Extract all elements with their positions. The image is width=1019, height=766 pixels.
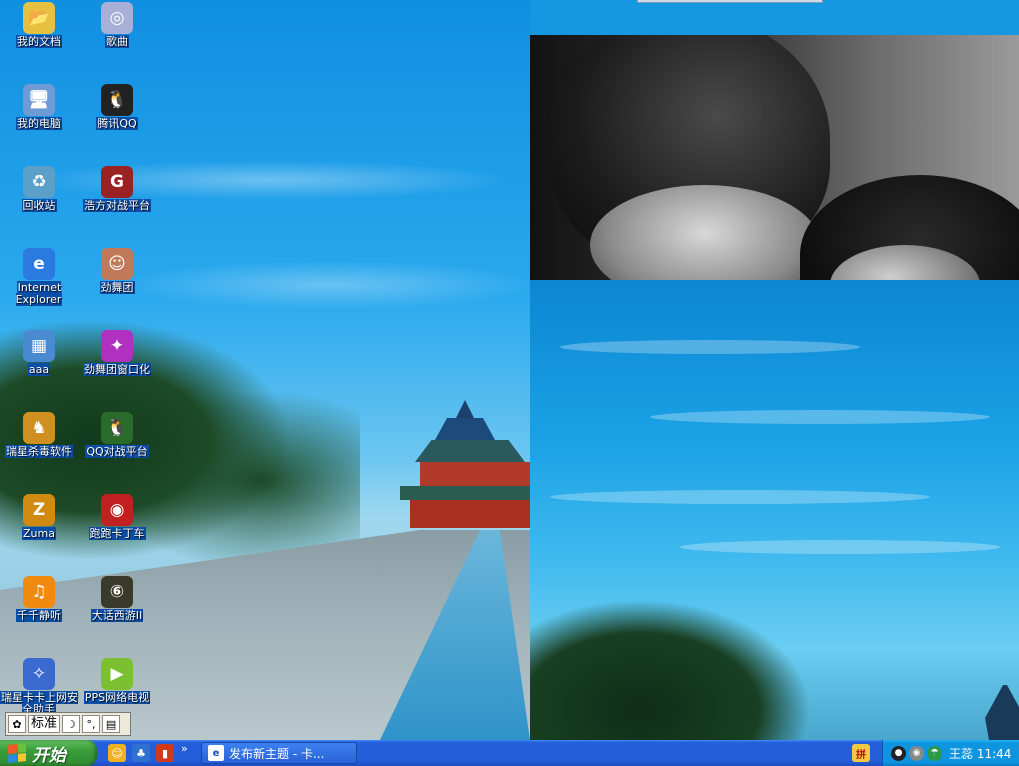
pps-tv-icon: ▶: [101, 658, 133, 690]
desktop-icon[interactable]: 🖥 我的电脑: [0, 82, 78, 158]
internet-explorer-icon: e: [23, 248, 55, 280]
wallpaper-cloud: [120, 260, 530, 310]
wallpaper-trees: [530, 580, 870, 740]
wallpaper-temple: [400, 400, 530, 530]
desktop-icon[interactable]: 📂 我的文档: [0, 0, 78, 76]
ime-mode-label[interactable]: 标准: [28, 715, 61, 733]
taskbar-window-title: 发布新主题 - 卡...: [229, 746, 325, 761]
tray-qq-icon[interactable]: ●: [891, 745, 906, 761]
desktop-icon[interactable]: ◉ 跑跑卡丁车: [78, 492, 156, 568]
desktop-icon-label: 回收站: [21, 199, 57, 212]
computer-icon: 🖥: [23, 84, 55, 116]
keyboard-icon[interactable]: ▤: [102, 715, 121, 733]
moon-icon[interactable]: ☽: [62, 715, 81, 733]
antivirus-lion-icon: ♞: [23, 412, 55, 444]
taskbar: 开始 ☺ ♣ ▮ » e 发布新主题 - 卡... 拼 ● ◉ ☂ 王蕊 11:44: [0, 740, 1019, 766]
app-quicklaunch-icon[interactable]: ▮: [156, 744, 174, 762]
ime-logo-icon[interactable]: ✿: [8, 715, 26, 733]
tray-umbrella-icon[interactable]: ☂: [927, 745, 942, 761]
desktop-icon-label: 歌曲: [105, 35, 129, 48]
desktop-icon-label: Zuma: [22, 527, 56, 540]
quicklaunch-chevron-icon[interactable]: »: [181, 742, 188, 755]
dance-window-icon: ✦: [101, 330, 133, 362]
desktop-icon-label: aaa: [27, 363, 51, 376]
desktop-icon-label: 劲舞团: [99, 281, 135, 294]
folder-icon: 📂: [23, 2, 55, 34]
desktop-icon[interactable]: ▦ aaa: [0, 328, 78, 404]
desktop-icon[interactable]: ☺ 劲舞团: [78, 246, 156, 322]
desktop-wallpaper-right: [530, 280, 1019, 740]
qq-penguin-icon: 🐧: [101, 84, 133, 116]
system-tray: ● ◉ ☂ 王蕊 11:44: [882, 740, 1019, 766]
start-button[interactable]: 开始: [0, 740, 97, 766]
desktop-wallpaper-right-top: [530, 0, 1019, 35]
zuma-icon: Z: [23, 494, 55, 526]
dance-game-avatar-icon: ☺: [101, 248, 133, 280]
game-disc-icon: ⑥: [101, 576, 133, 608]
desktop-icon-label: 劲舞团窗口化: [83, 363, 151, 376]
tray-speaker-icon[interactable]: ◉: [909, 745, 924, 761]
desktop-icon[interactable]: 🐧 腾讯QQ: [78, 82, 156, 158]
desktop-icon[interactable]: ◎ 歌曲: [78, 0, 156, 76]
ie-page-icon: e: [208, 745, 224, 761]
desktop-icon-label: Internet Explorer: [15, 281, 63, 306]
desktop-icon-label: 大话西游II: [90, 609, 144, 622]
hidden-window-edge[interactable]: [637, 0, 823, 3]
desktop-icon-label: 瑞星杀毒软件: [5, 445, 73, 458]
ime-language-bar[interactable]: ✿ 标准 ☽ °, ▤: [5, 712, 131, 736]
taskbar-window-button[interactable]: e 发布新主题 - 卡...: [201, 742, 357, 764]
desktop-icon[interactable]: ♫ 千千静听: [0, 574, 78, 650]
punctuation-icon[interactable]: °,: [82, 715, 101, 733]
desktop-icon-label: 千千静听: [16, 609, 62, 622]
wallpaper-pagoda: [985, 685, 1019, 740]
desktop-icon[interactable]: ♻ 回收站: [0, 164, 78, 240]
desktop-icon[interactable]: G 浩方对战平台: [78, 164, 156, 240]
qq-game-icon: 🐧: [101, 412, 133, 444]
desktop-icon[interactable]: 🐧 QQ对战平台: [78, 410, 156, 486]
couple-photo-window[interactable]: [530, 35, 1019, 280]
start-label: 开始: [32, 745, 66, 766]
desktop-icon[interactable]: ⑥ 大话西游II: [78, 574, 156, 650]
desktop-icon-label: 我的文档: [16, 35, 62, 48]
desktop-icon-label: QQ对战平台: [85, 445, 149, 458]
desktop-icon[interactable]: ♞ 瑞星杀毒软件: [0, 410, 78, 486]
desktop-icon[interactable]: e Internet Explorer: [0, 246, 78, 322]
music-player-icon: ♫: [23, 576, 55, 608]
cd-icon: ◎: [101, 2, 133, 34]
desktop-icon-label: 我的电脑: [16, 117, 62, 130]
desktop-icon-label: PPS网络电视: [83, 691, 151, 704]
desktop-icon-label: 浩方对战平台: [83, 199, 151, 212]
windows-flag-icon: [8, 743, 26, 763]
recycle-bin-icon: ♻: [23, 166, 55, 198]
qq-quicklaunch-icon[interactable]: ☺: [108, 744, 126, 762]
game-icon: G: [101, 166, 133, 198]
desktop-icon-label: 腾讯QQ: [96, 117, 138, 130]
desktop-icon[interactable]: Z Zuma: [0, 492, 78, 568]
security-wizard-icon: ✧: [23, 658, 55, 690]
qq-game-quicklaunch-icon[interactable]: ♣: [132, 744, 150, 762]
kart-icon: ◉: [101, 494, 133, 526]
tray-ime-icon[interactable]: 拼: [852, 744, 870, 762]
desktop-icon-label: 跑跑卡丁车: [88, 527, 146, 540]
network-computer-icon: ▦: [23, 330, 55, 362]
desktop-icon[interactable]: ✦ 劲舞团窗口化: [78, 328, 156, 404]
tray-clock[interactable]: 王蕊 11:44: [949, 745, 1011, 762]
